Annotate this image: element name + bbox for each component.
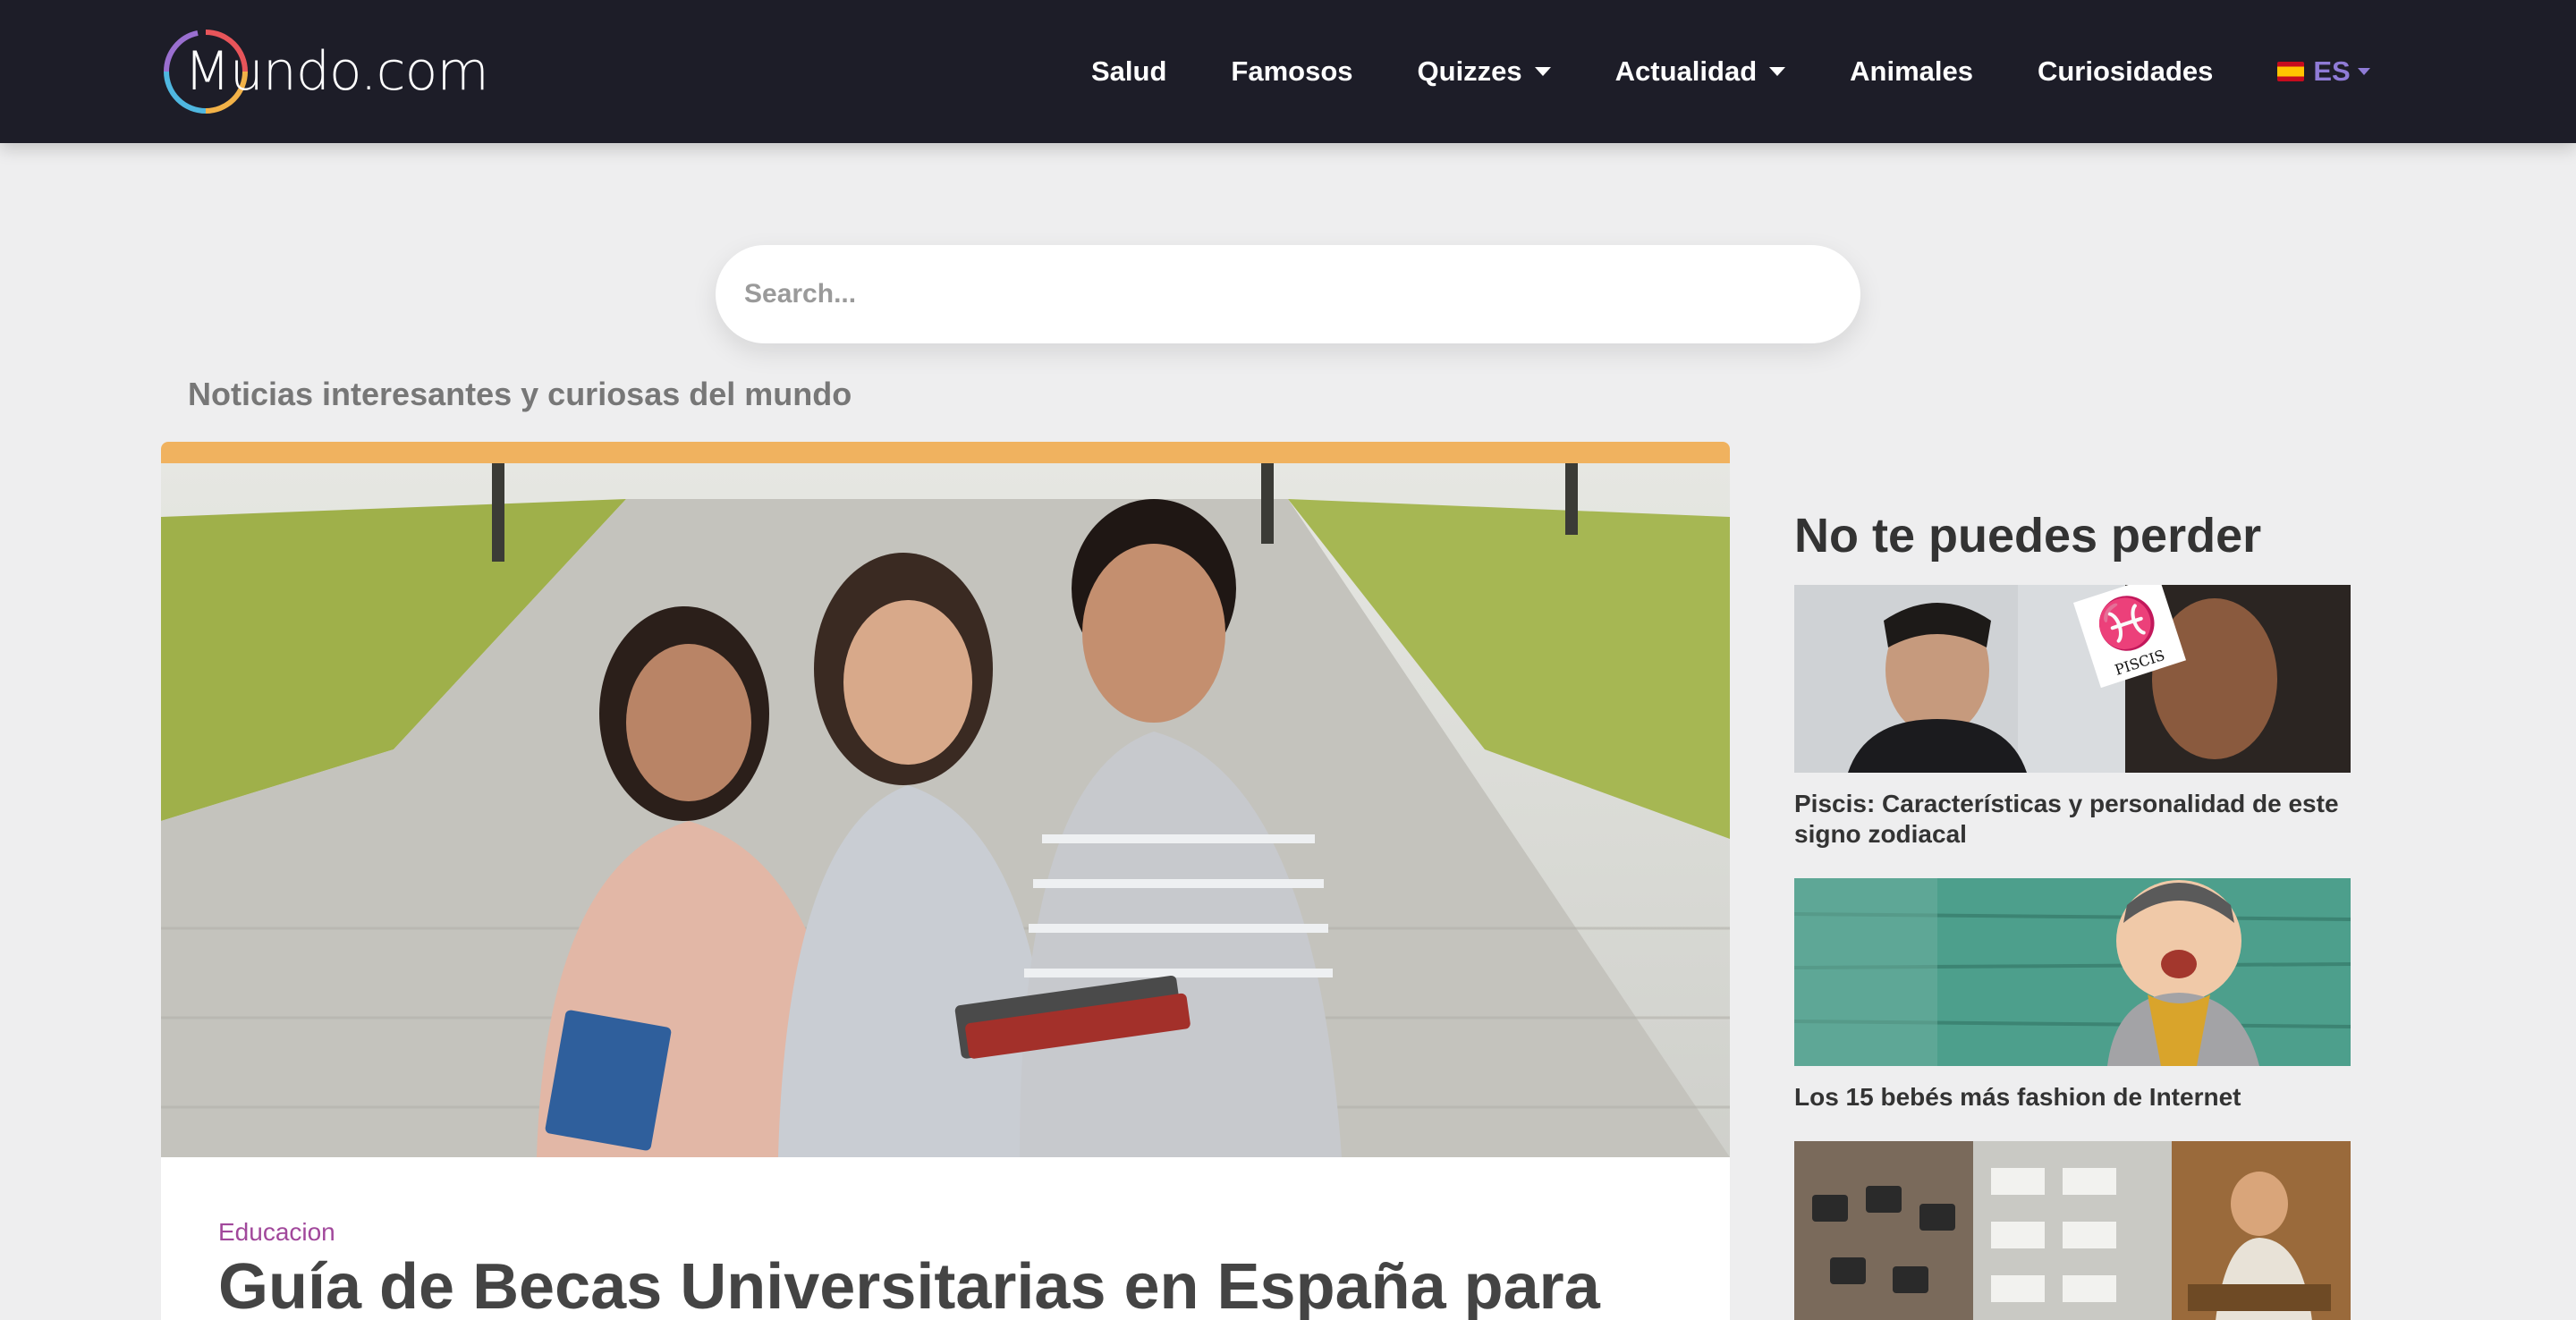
sidebar-article[interactable] xyxy=(1794,1141,2351,1320)
sidebar-article-title[interactable]: Los 15 bebés más fashion de Internet xyxy=(1794,1082,2351,1113)
search-input[interactable] xyxy=(744,279,1860,309)
card-accent-bar xyxy=(161,442,1730,463)
nav-label: Salud xyxy=(1091,55,1167,87)
site-logo[interactable]: Mundo.com xyxy=(161,27,489,116)
students-photo-illustration xyxy=(161,463,1730,1157)
pisces-collage-image: ♓ PISCIS xyxy=(1794,585,2351,773)
caret-down-icon xyxy=(1534,67,1551,76)
search-box xyxy=(716,245,1860,343)
sidebar-article-image[interactable]: ♓ PISCIS xyxy=(1794,585,2351,773)
featured-article-card[interactable]: Educacion Guía de Becas Universitarias e… xyxy=(161,442,1730,1320)
nav-label: Curiosidades xyxy=(2037,55,2214,87)
nav-label: Quizzes xyxy=(1417,55,1522,87)
sidebar-article[interactable]: ♓ PISCIS Piscis: Características y perso… xyxy=(1794,585,2351,850)
nav-actualidad-dropdown[interactable]: Actualidad xyxy=(1614,55,1786,88)
sidebar-title: No te puedes perder xyxy=(1794,509,2262,563)
language-selector[interactable]: ES xyxy=(2277,55,2370,88)
language-label: ES xyxy=(2313,55,2351,87)
sidebar-article-image[interactable] xyxy=(1794,878,2351,1066)
article-headline[interactable]: Guía de Becas Universitarias en España p… xyxy=(218,1250,1600,1320)
sidebar-article-title[interactable]: Piscis: Características y personalidad d… xyxy=(1794,789,2351,850)
nav-label: Actualidad xyxy=(1614,55,1758,87)
nav-famosos[interactable]: Famosos xyxy=(1231,55,1352,88)
nav-animales[interactable]: Animales xyxy=(1850,55,1973,88)
site-tagline: Noticias interesantes y curiosas del mun… xyxy=(188,376,852,412)
logo-text: Mundo.com xyxy=(184,40,489,103)
main-nav: Salud Famosos Quizzes Actualidad Animale… xyxy=(1091,0,2576,143)
caret-down-icon xyxy=(1769,67,1786,76)
sidebar-article-image[interactable] xyxy=(1794,1141,2351,1320)
nav-quizzes-dropdown[interactable]: Quizzes xyxy=(1418,55,1551,88)
nav-curiosidades[interactable]: Curiosidades xyxy=(2038,55,2213,88)
article-category[interactable]: Educacion xyxy=(218,1218,335,1247)
sidebar-article[interactable]: Los 15 bebés más fashion de Internet xyxy=(1794,878,2351,1113)
fashion-baby-image xyxy=(1794,878,2351,1066)
caret-down-icon xyxy=(2357,68,2370,75)
collage-image xyxy=(1794,1141,2351,1320)
nav-label: Famosos xyxy=(1231,55,1353,87)
featured-image[interactable] xyxy=(161,463,1730,1157)
nav-salud[interactable]: Salud xyxy=(1091,55,1166,88)
spain-flag-icon xyxy=(2277,62,2305,81)
nav-label: Animales xyxy=(1850,55,1973,87)
top-navbar: Mundo.com Salud Famosos Quizzes Actualid… xyxy=(0,0,2576,143)
